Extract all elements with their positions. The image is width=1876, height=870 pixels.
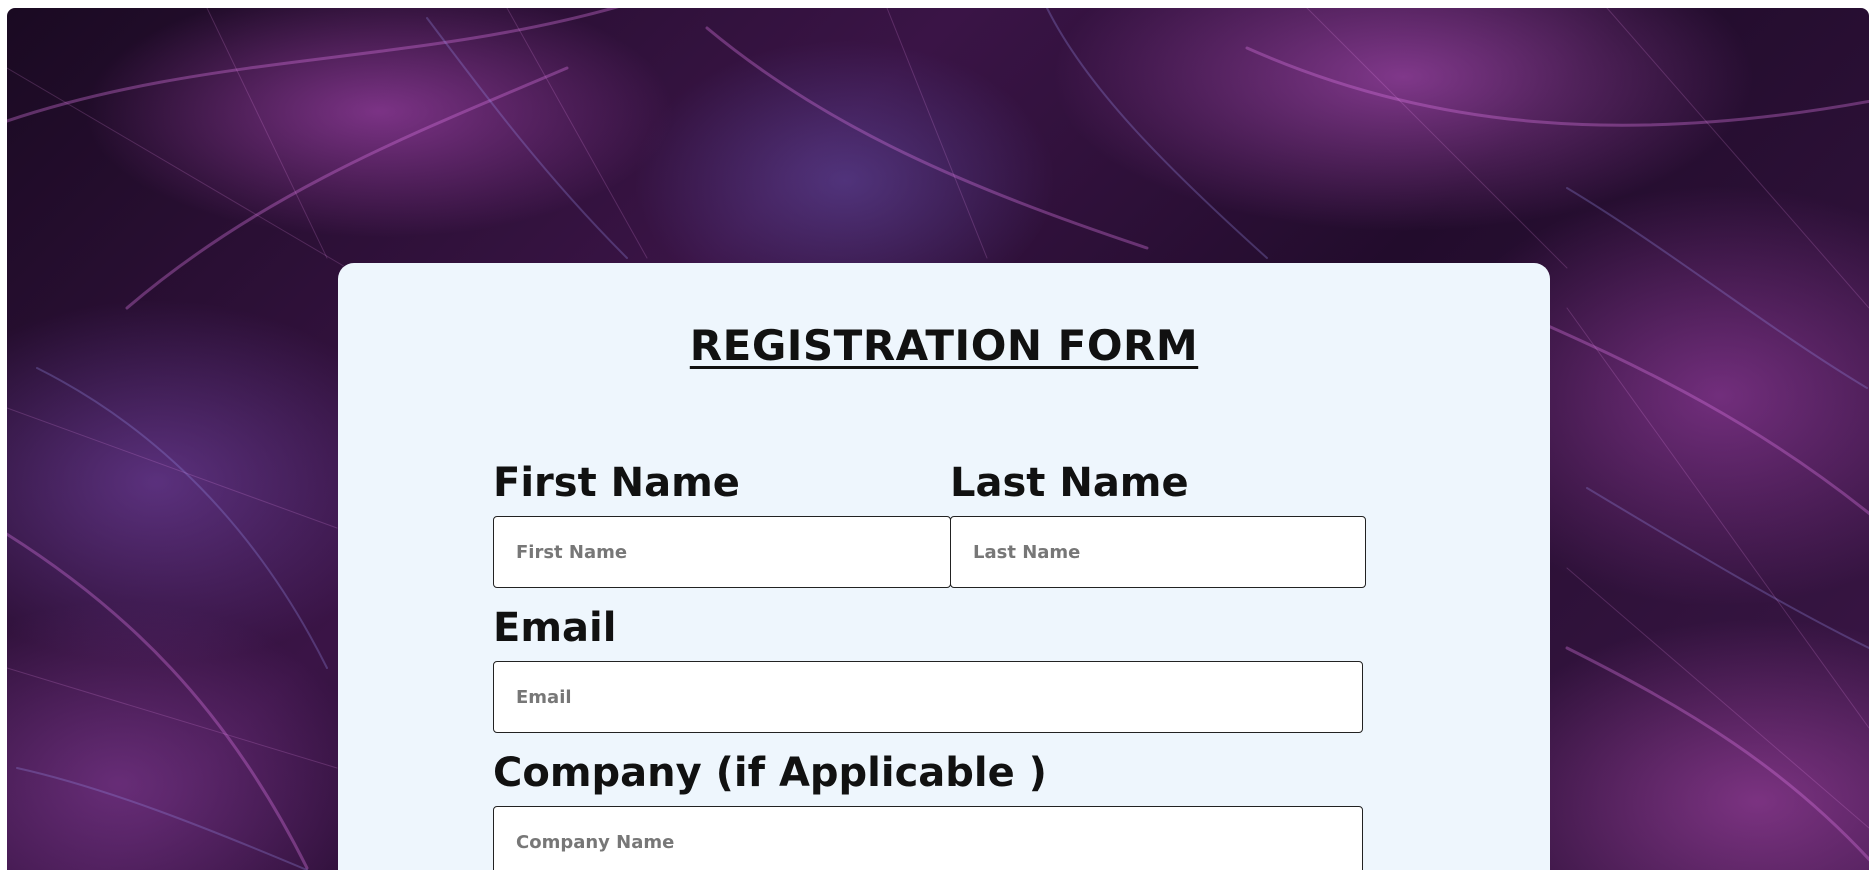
form-title: REGISTRATION FORM (689, 321, 1199, 370)
first-name-label: First Name (493, 460, 740, 506)
last-name-input[interactable] (950, 516, 1366, 588)
email-label: Email (493, 605, 617, 651)
email-input[interactable] (493, 661, 1363, 733)
company-name-input[interactable] (493, 806, 1363, 870)
last-name-label: Last Name (950, 460, 1189, 506)
page-background: REGISTRATION FORM First Name Last Name E… (7, 8, 1869, 870)
company-label: Company (if Applicable ) (493, 750, 1047, 796)
first-name-input[interactable] (493, 516, 951, 588)
registration-card: REGISTRATION FORM First Name Last Name E… (338, 263, 1550, 870)
